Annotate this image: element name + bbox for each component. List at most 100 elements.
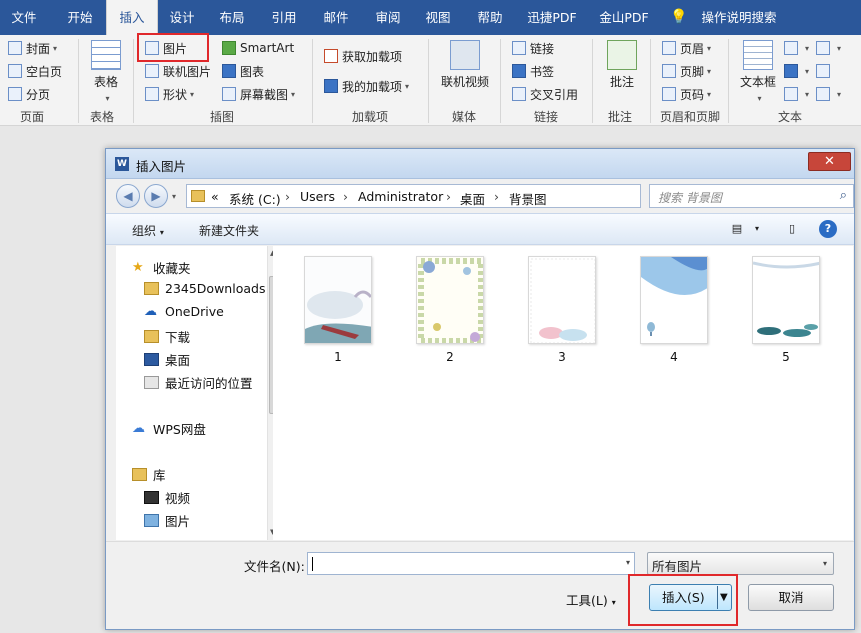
- page-number-button[interactable]: 页码 ▾: [662, 84, 711, 104]
- view-dropdown-icon[interactable]: ▾: [748, 220, 766, 238]
- tab-mailings[interactable]: 邮件: [314, 0, 358, 35]
- search-icon[interactable]: ⌕: [840, 188, 847, 203]
- pastel-thumbnail-image: [529, 257, 595, 343]
- table-button[interactable]: 表格 ▾: [88, 40, 124, 104]
- textbox-button[interactable]: 文本框 ▾: [736, 40, 780, 104]
- tools-button[interactable]: 工具(L) ▾: [566, 590, 616, 609]
- help-icon[interactable]: ?: [819, 220, 837, 238]
- forward-button[interactable]: ▶: [144, 184, 168, 208]
- ribbon-separator: [592, 39, 593, 123]
- sky-balloon-thumbnail-image: [641, 257, 707, 343]
- wordart-button[interactable]: ▾: [784, 61, 809, 81]
- smartart-button[interactable]: SmartArt: [222, 38, 294, 58]
- screenshot-button[interactable]: 屏幕截图 ▾: [222, 84, 295, 104]
- nav-item-desktop[interactable]: 桌面: [144, 350, 190, 369]
- cross-reference-button[interactable]: 交叉引用: [512, 84, 578, 104]
- nav-item-onedrive[interactable]: ☁ OneDrive: [144, 304, 224, 319]
- quick-parts-button[interactable]: ▾: [784, 38, 809, 58]
- page-break-button[interactable]: 分页: [8, 84, 50, 104]
- get-addins-button[interactable]: 获取加载项: [324, 46, 402, 66]
- online-picture-button[interactable]: 联机图片: [145, 61, 211, 81]
- filetype-select[interactable]: 所有图片 ▾: [647, 552, 834, 575]
- tab-review[interactable]: 审阅: [366, 0, 410, 35]
- file-thumbnail[interactable]: [304, 256, 372, 344]
- link-icon: [512, 41, 526, 55]
- chevron-down-icon[interactable]: ▼: [720, 585, 728, 610]
- split-divider: [717, 586, 718, 609]
- header-icon: [662, 41, 676, 55]
- object-button[interactable]: ▾: [816, 84, 841, 104]
- recent-locations-dropdown[interactable]: ▾: [172, 192, 176, 201]
- breadcrumb-system-c[interactable]: 系统 (C:): [229, 189, 281, 208]
- blank-page-button[interactable]: 空白页: [8, 61, 62, 81]
- preview-pane-icon[interactable]: ▯: [783, 220, 801, 238]
- breadcrumb-desktop[interactable]: 桌面: [460, 189, 485, 208]
- nav-library[interactable]: 库: [132, 465, 166, 484]
- breadcrumb-users[interactable]: Users: [300, 189, 335, 204]
- tab-design[interactable]: 设计: [160, 0, 204, 35]
- file-thumbnail[interactable]: [528, 256, 596, 344]
- chart-button[interactable]: 图表: [222, 61, 264, 81]
- my-addins-button[interactable]: 我的加载项 ▾: [324, 76, 409, 96]
- quick-parts-icon: [784, 41, 798, 55]
- new-folder-button[interactable]: 新建文件夹: [199, 222, 259, 239]
- tab-help[interactable]: 帮助: [468, 0, 512, 35]
- file-thumbnail[interactable]: [752, 256, 820, 344]
- address-bar[interactable]: « 系统 (C:) › Users › Administrator › 桌面 ›…: [186, 184, 715, 208]
- ribbon-separator: [78, 39, 79, 123]
- file-thumbnail[interactable]: [640, 256, 708, 344]
- dialog-title-bar: W 插入图片 ✕: [106, 149, 854, 179]
- bookmark-button[interactable]: 书签: [512, 61, 554, 81]
- insert-button[interactable]: 插入(S) ▼: [649, 584, 732, 611]
- cover-page-button[interactable]: 封面 ▾: [8, 38, 57, 58]
- footer-button[interactable]: 页脚 ▾: [662, 61, 711, 81]
- breadcrumb-background[interactable]: 背景图: [509, 189, 547, 208]
- cover-page-icon: [8, 41, 22, 55]
- online-video-button[interactable]: 联机视频: [437, 40, 493, 90]
- drop-cap-button[interactable]: ▾: [784, 84, 809, 104]
- download-folder-icon: [144, 330, 159, 343]
- nav-library-pictures[interactable]: 图片: [144, 511, 190, 530]
- wordart-icon: [784, 64, 798, 78]
- tab-references[interactable]: 引用: [262, 0, 306, 35]
- nav-favorites[interactable]: ★ 收藏夹: [132, 258, 191, 277]
- tab-home[interactable]: 开始: [56, 0, 104, 35]
- group-label-media: 媒体: [452, 110, 477, 124]
- organize-button[interactable]: 组织 ▾: [132, 222, 164, 239]
- breadcrumb-separator: ›: [446, 189, 451, 204]
- cancel-button[interactable]: 取消: [748, 584, 834, 611]
- date-time-button[interactable]: [816, 61, 834, 81]
- signature-line-button[interactable]: ▾: [816, 38, 841, 58]
- nav-library-videos[interactable]: 视频: [144, 488, 190, 507]
- nav-item-recent-places[interactable]: 最近访问的位置: [144, 373, 253, 392]
- header-button[interactable]: 页眉 ▾: [662, 38, 711, 58]
- picture-library-icon: [144, 514, 159, 527]
- tab-layout[interactable]: 布局: [210, 0, 254, 35]
- chevron-down-icon[interactable]: ▾: [626, 558, 630, 567]
- back-button[interactable]: ◀: [116, 184, 140, 208]
- tell-me-search[interactable]: 操作说明搜索: [694, 0, 784, 35]
- filename-input[interactable]: ▾: [307, 552, 635, 575]
- addins-icon: [324, 79, 338, 93]
- shapes-button[interactable]: 形状 ▾: [145, 84, 194, 104]
- dialog-toolbar: 组织 ▾ 新建文件夹 ▤ ▾ ▯ ?: [106, 213, 854, 245]
- close-button[interactable]: ✕: [808, 152, 851, 171]
- tab-xunjie-pdf[interactable]: 迅捷PDF: [520, 0, 584, 35]
- comment-button[interactable]: 批注: [602, 40, 642, 90]
- breadcrumb-overflow[interactable]: «: [211, 189, 219, 204]
- nav-wps-drive[interactable]: ☁ WPS网盘: [132, 419, 206, 438]
- view-options-icon[interactable]: ▤: [728, 220, 746, 238]
- nav-item-downloads[interactable]: 下载: [144, 327, 190, 346]
- folder-icon: [191, 190, 205, 202]
- search-box[interactable]: 搜索 背景图 ⌕: [649, 184, 854, 208]
- file-thumbnail[interactable]: [416, 256, 484, 344]
- tab-jinshan-pdf[interactable]: 金山PDF: [592, 0, 656, 35]
- tab-view[interactable]: 视图: [416, 0, 460, 35]
- insert-picture-dialog: W 插入图片 ✕ ◀ ▶ ▾ « 系统 (C:) › Users › Admin…: [105, 148, 855, 630]
- tab-insert[interactable]: 插入: [106, 0, 158, 35]
- breadcrumb-administrator[interactable]: Administrator: [358, 189, 443, 204]
- nav-item-2345downloads[interactable]: 2345Downloads: [144, 281, 265, 296]
- link-button[interactable]: 链接: [512, 38, 554, 58]
- picture-button[interactable]: 图片: [145, 38, 187, 58]
- tab-file[interactable]: 文件: [0, 0, 48, 35]
